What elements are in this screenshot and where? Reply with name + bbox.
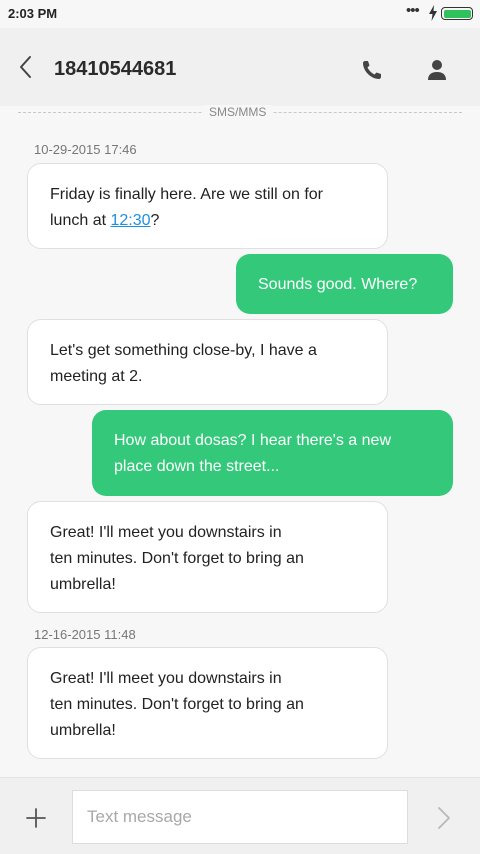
person-icon[interactable] xyxy=(425,58,449,82)
incoming-message[interactable]: Great! I'll meet you downstairs in ten m… xyxy=(27,647,388,759)
timestamp: 12-16-2015 11:48 xyxy=(34,627,136,642)
battery-icon xyxy=(441,7,473,20)
outgoing-message[interactable]: Sounds good. Where? xyxy=(236,254,453,314)
outgoing-message[interactable]: How about dosas? I hear there's a new pl… xyxy=(92,410,453,496)
phone-icon[interactable] xyxy=(360,58,384,82)
incoming-message[interactable]: Let's get something close-by, I have a m… xyxy=(27,319,388,405)
message-text: ? xyxy=(150,212,160,229)
notification-dots-icon: ••• xyxy=(406,2,420,19)
message-text: Friday is finally here. Are we still on … xyxy=(50,186,323,229)
incoming-message[interactable]: Great! I'll meet you downstairs in ten m… xyxy=(27,501,388,613)
message-text: Great! I'll meet you downstairs in ten m… xyxy=(50,670,304,739)
message-text: Great! I'll meet you downstairs in ten m… xyxy=(50,524,304,593)
message-text: Sounds good. Where? xyxy=(258,276,418,293)
time-link[interactable]: 12:30 xyxy=(110,212,150,229)
channel-divider: SMS/MMS xyxy=(18,104,462,122)
incoming-message[interactable]: Friday is finally here. Are we still on … xyxy=(27,163,388,249)
status-bar: 2:03 PM ••• xyxy=(0,0,480,28)
channel-label: SMS/MMS xyxy=(203,105,273,119)
chevron-right-icon[interactable] xyxy=(434,805,454,831)
battery-level xyxy=(443,9,471,18)
contact-title: 18410544681 xyxy=(54,58,177,80)
message-input[interactable] xyxy=(72,790,408,844)
plus-icon[interactable] xyxy=(24,806,48,830)
chevron-left-icon[interactable] xyxy=(14,54,38,80)
conversation-header: 18410544681 xyxy=(0,28,480,106)
timestamp: 10-29-2015 17:46 xyxy=(34,142,137,157)
bolt-icon xyxy=(429,5,437,21)
composer-bar xyxy=(0,777,480,854)
message-text: How about dosas? I hear there's a new pl… xyxy=(114,432,391,475)
message-text: Let's get something close-by, I have a m… xyxy=(50,342,317,385)
status-time: 2:03 PM xyxy=(8,6,58,21)
